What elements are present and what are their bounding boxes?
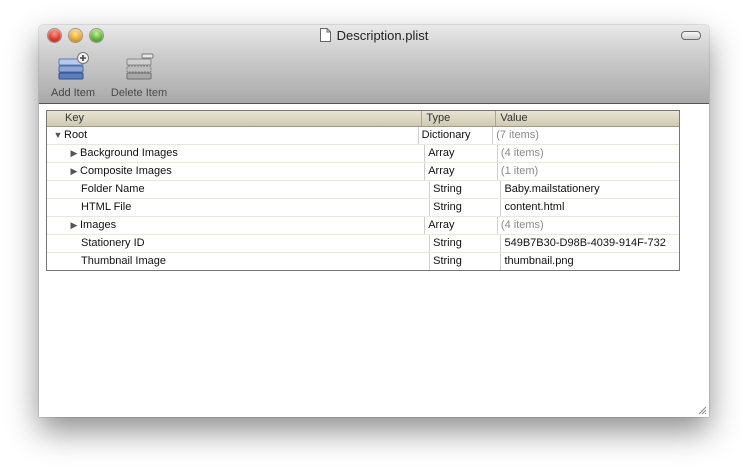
key-cell: Thumbnail Image (47, 253, 431, 270)
type-cell[interactable]: Array (425, 217, 498, 234)
key-cell: ▶ Images (47, 217, 426, 234)
delete-item-label: Delete Item (110, 87, 168, 99)
column-header-type[interactable]: Type (422, 111, 497, 126)
window-title-group: Description.plist (39, 28, 709, 43)
table-row[interactable]: ▶ Composite Images Array (1 item) (47, 163, 679, 181)
key-label: Images (80, 219, 117, 231)
key-label: Stationery ID (81, 237, 145, 249)
add-item-button[interactable]: Add Item (47, 51, 99, 99)
table-row[interactable]: Folder Name String Baby.mailstationery (47, 181, 679, 199)
key-label: Root (64, 129, 88, 141)
table-row[interactable]: ▼ Root Dictionary (7 items) (47, 127, 679, 145)
key-label: HTML File (81, 201, 132, 213)
document-icon (319, 28, 331, 42)
key-cell: ▶ Background Images (47, 145, 426, 162)
value-cell: (1 item) (500, 165, 539, 177)
value-cell[interactable]: content.html (501, 199, 679, 216)
disclosure-right-icon[interactable]: ▶ (69, 163, 79, 180)
key-cell: Folder Name (47, 181, 431, 198)
type-cell[interactable]: Dictionary (419, 127, 494, 144)
value-cell[interactable]: 549B7B30-D98B-4039-914F-732 (501, 235, 679, 252)
value-cell[interactable]: thumbnail.png (501, 253, 679, 270)
window-title: Description.plist (336, 28, 429, 43)
table-row[interactable]: Thumbnail Image String thumbnail.png (47, 253, 679, 270)
disclosure-right-icon[interactable]: ▶ (69, 145, 79, 162)
value-cell: (4 items) (500, 219, 544, 231)
add-item-label: Add Item (50, 87, 96, 99)
add-row-icon (58, 52, 89, 80)
type-cell[interactable]: String (430, 199, 502, 216)
disclosure-right-icon[interactable]: ▶ (69, 217, 79, 234)
delete-item-button[interactable]: Delete Item (107, 51, 171, 99)
value-cell: (4 items) (500, 147, 544, 159)
key-cell: HTML File (47, 199, 431, 216)
delete-row-icon (126, 53, 154, 80)
key-cell: ▼ Root (47, 127, 419, 144)
type-cell[interactable]: Array (425, 163, 498, 180)
column-header-key[interactable]: Key (47, 111, 423, 126)
value-cell[interactable]: Baby.mailstationery (501, 181, 679, 198)
key-label: Composite Images (80, 165, 172, 177)
type-cell[interactable]: String (430, 181, 502, 198)
resize-grip-icon[interactable] (697, 405, 707, 415)
value-cell: (7 items) (496, 129, 539, 141)
key-cell: Stationery ID (47, 235, 431, 252)
table-header: Key Type Value (47, 111, 679, 127)
key-cell: ▶ Composite Images (47, 163, 426, 180)
type-cell[interactable]: String (430, 253, 502, 270)
key-label: Folder Name (81, 183, 145, 195)
table-row[interactable]: ▶ Background Images Array (4 items) (47, 145, 679, 163)
title-bar: Description.plist Add Item Delete Item (39, 25, 709, 104)
table-row[interactable]: ▶ Images Array (4 items) (47, 217, 679, 235)
plist-editor-window: Description.plist Add Item Delete Item K… (39, 25, 709, 417)
table-row[interactable]: HTML File String content.html (47, 199, 679, 217)
disclosure-down-icon[interactable]: ▼ (53, 127, 63, 144)
column-header-value[interactable]: Value (496, 111, 679, 126)
table-row[interactable]: Stationery ID String 549B7B30-D98B-4039-… (47, 235, 679, 253)
type-cell[interactable]: Array (425, 145, 498, 162)
type-cell[interactable]: String (430, 235, 502, 252)
plist-outline-table[interactable]: Key Type Value ▼ Root Dictionary (7 item… (46, 110, 680, 271)
toolbar-toggle-button[interactable] (681, 31, 701, 40)
key-label: Background Images (80, 147, 178, 159)
key-label: Thumbnail Image (81, 255, 166, 267)
